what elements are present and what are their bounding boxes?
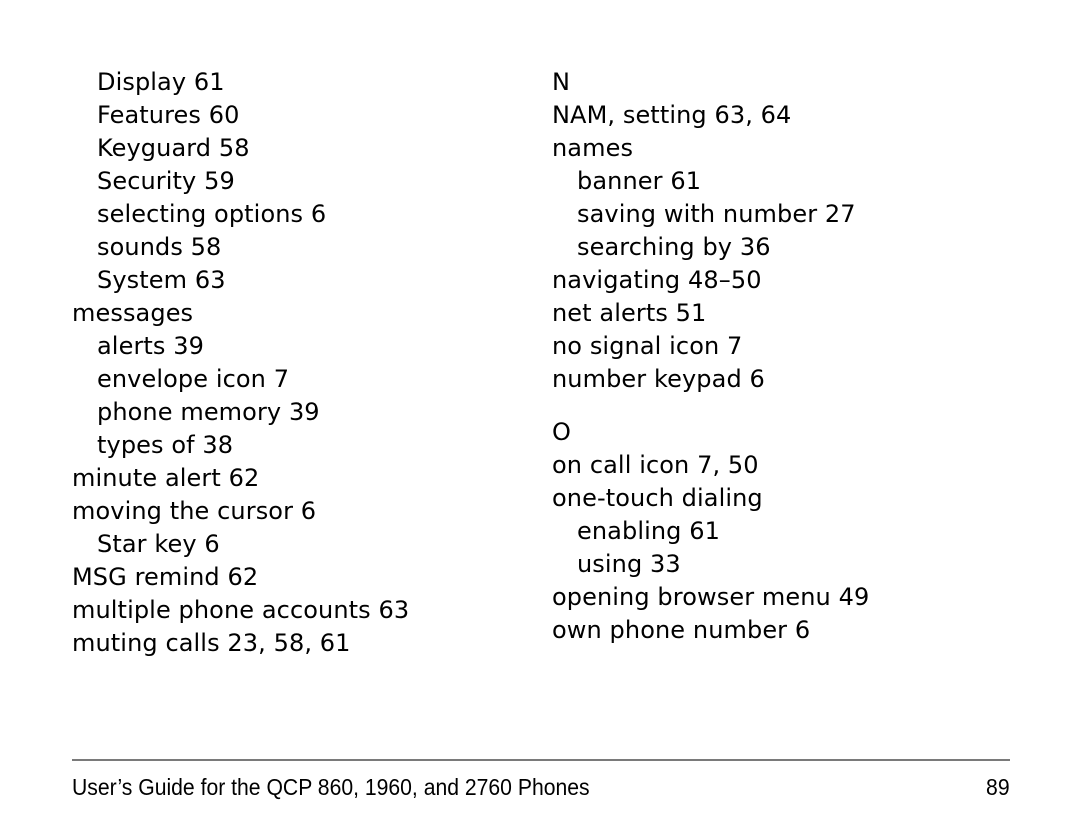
index-entry: one-touch dialing: [552, 484, 763, 512]
footer-row: User’s Guide for the QCP 860, 1960, and …: [72, 772, 1010, 802]
index-entry: NAM, setting 63, 64: [552, 101, 792, 129]
index-entry: using 33: [577, 550, 681, 578]
index-entry: Security 59: [97, 167, 235, 195]
index-entry: no signal icon 7: [552, 332, 743, 360]
index-entry: envelope icon 7: [97, 365, 290, 393]
index-entry: names: [552, 134, 634, 162]
index-column-right: N NAM, setting 63, 64 names banner 61 saving…: [552, 66, 1012, 647]
index-entry: on call icon 7, 50: [552, 451, 759, 479]
index-entry: minute alert 62: [72, 464, 260, 492]
index-entry: number keypad 6: [552, 365, 765, 393]
footer-page-number: 89: [986, 774, 1010, 800]
index-entry: own phone number 6: [552, 616, 811, 644]
index-entry: searching by 36: [577, 233, 771, 261]
index-section-heading: N: [552, 68, 570, 96]
index-entry: navigating 48–50: [552, 266, 762, 294]
index-entry: enabling 61: [577, 517, 720, 545]
index-entry: MSG remind 62: [72, 563, 259, 591]
index-entry: selecting options 6: [97, 200, 327, 228]
index-entry: alerts 39: [97, 332, 204, 360]
index-entry: Keyguard 58: [97, 134, 250, 162]
index-page: Display 61 Features 60 Keyguard 58 Security…: [0, 0, 1080, 834]
index-section-heading: O: [552, 418, 571, 446]
index-entry: opening browser menu 49: [552, 583, 870, 611]
index-entry: multiple phone accounts 63: [72, 596, 410, 624]
index-entry: Star key 6: [97, 530, 220, 558]
index-entry: Display 61: [97, 68, 225, 96]
index-entry: phone memory 39: [97, 398, 320, 426]
index-entry: types of 38: [97, 431, 234, 459]
index-entry: Features 60: [97, 101, 240, 129]
index-entry: saving with number 27: [577, 200, 856, 228]
index-entry: banner 61: [577, 167, 702, 195]
index-entry: net alerts 51: [552, 299, 707, 327]
page-footer: User’s Guide for the QCP 860, 1960, and …: [72, 759, 1010, 817]
index-column-left: Display 61 Features 60 Keyguard 58 Security…: [72, 66, 522, 660]
footer-divider: [72, 759, 1010, 761]
index-entry: System 63: [97, 266, 226, 294]
footer-title: User’s Guide for the QCP 860, 1960, and …: [72, 774, 590, 800]
index-entry: moving the cursor 6: [72, 497, 317, 525]
index-entry: messages: [72, 299, 194, 327]
index-entry: sounds 58: [97, 233, 222, 261]
index-entry: muting calls 23, 58, 61: [72, 629, 351, 657]
